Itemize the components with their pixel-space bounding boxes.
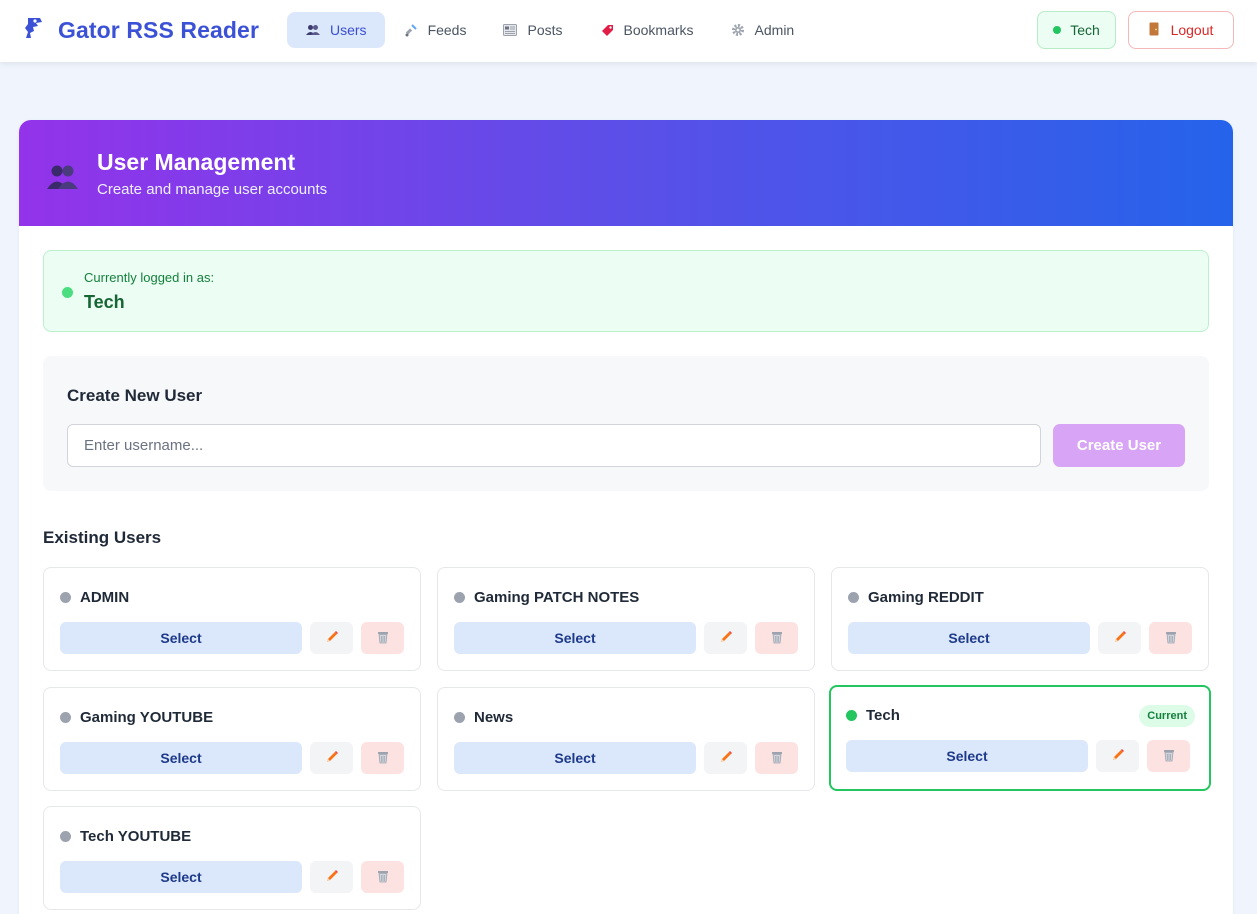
delete-user-button[interactable]: [361, 622, 404, 654]
status-dot: [60, 831, 71, 842]
edit-user-button[interactable]: [704, 622, 747, 654]
logout-button[interactable]: Logout: [1128, 11, 1234, 49]
status-dot: [60, 712, 71, 723]
delete-user-button[interactable]: [1149, 622, 1192, 654]
select-user-button[interactable]: Select: [454, 742, 696, 774]
delete-user-button[interactable]: [361, 861, 404, 893]
pencil-icon: [719, 630, 733, 647]
pencil-icon: [719, 750, 733, 767]
select-user-button[interactable]: Select: [846, 740, 1088, 772]
brand[interactable]: Gator RSS Reader: [22, 14, 259, 47]
nav-posts-label: Posts: [527, 22, 563, 38]
user-name: Tech: [866, 707, 900, 724]
nav-admin[interactable]: Admin: [712, 12, 813, 48]
top-navbar: Gator RSS Reader Users Feeds Posts Bookm…: [0, 0, 1257, 62]
select-user-button[interactable]: Select: [454, 622, 696, 654]
user-name: Tech YOUTUBE: [80, 828, 192, 845]
nav-feeds-label: Feeds: [427, 22, 467, 38]
online-status-dot: [1053, 26, 1062, 34]
delete-user-button[interactable]: [1147, 740, 1190, 772]
user-name: Gaming PATCH NOTES: [474, 589, 640, 606]
status-dot: [454, 592, 465, 603]
brand-title: Gator RSS Reader: [58, 17, 259, 43]
edit-user-button[interactable]: [1098, 622, 1141, 654]
logged-in-label: Currently logged in as:: [84, 270, 215, 285]
delete-user-button[interactable]: [361, 742, 404, 774]
nav-users-label: Users: [330, 22, 367, 38]
user-card: News Select: [437, 687, 815, 791]
create-user-section: Create New User Create User: [43, 356, 1209, 491]
pencil-icon: [325, 869, 339, 886]
pencil-icon: [1113, 630, 1127, 647]
user-card: Tech YOUTUBE Select: [43, 806, 421, 910]
page-title: User Management: [97, 149, 296, 175]
card-header: User Management Create and manage user a…: [19, 120, 1233, 226]
trash-icon: [376, 869, 390, 886]
user-name: Gaming REDDIT: [868, 589, 984, 606]
edit-user-button[interactable]: [310, 622, 353, 654]
trash-icon: [770, 630, 784, 647]
user-card: Gaming REDDIT Select: [831, 567, 1209, 671]
newspaper-icon: [502, 22, 518, 38]
create-user-button[interactable]: Create User: [1053, 424, 1185, 467]
edit-user-button[interactable]: [1096, 740, 1139, 772]
logged-in-banner: Currently logged in as: Tech: [43, 250, 1209, 332]
username-input[interactable]: [67, 424, 1041, 467]
status-dot: [454, 712, 465, 723]
trash-icon: [1164, 630, 1178, 647]
pencil-icon: [1111, 748, 1125, 765]
user-card: Gaming PATCH NOTES Select: [437, 567, 815, 671]
nav-users[interactable]: Users: [287, 12, 385, 48]
status-dot: [848, 592, 859, 603]
user-card-current: Tech Current Select: [829, 685, 1211, 791]
current-badge: Current: [1139, 705, 1195, 727]
users-icon: [305, 22, 321, 38]
user-name: Gaming YOUTUBE: [80, 709, 214, 726]
trash-icon: [1162, 748, 1176, 765]
select-user-button[interactable]: Select: [848, 622, 1090, 654]
user-name: ADMIN: [80, 589, 130, 606]
logged-in-username: Tech: [84, 292, 125, 312]
page-subtitle: Create and manage user accounts: [97, 181, 328, 198]
edit-user-button[interactable]: [310, 861, 353, 893]
user-card: Gaming YOUTUBE Select: [43, 687, 421, 791]
users-icon: [47, 164, 79, 195]
trash-icon: [376, 630, 390, 647]
existing-users-title: Existing Users: [43, 528, 162, 547]
select-user-button[interactable]: Select: [60, 742, 302, 774]
bookmark-icon: [599, 22, 615, 38]
current-user-pill[interactable]: Tech: [1037, 11, 1116, 49]
door-icon: [1149, 22, 1159, 39]
delete-user-button[interactable]: [755, 622, 798, 654]
status-dot: [60, 592, 71, 603]
user-name: News: [474, 709, 514, 726]
create-user-title: Create New User: [67, 386, 203, 405]
online-status-dot: [62, 287, 73, 298]
select-user-button[interactable]: Select: [60, 622, 302, 654]
trash-icon: [376, 750, 390, 767]
nav-links: Users Feeds Posts Bookmarks Admin: [287, 12, 812, 48]
delete-user-button[interactable]: [755, 742, 798, 774]
status-dot: [846, 710, 857, 721]
satellite-icon: [403, 22, 419, 38]
trash-icon: [770, 750, 784, 767]
pencil-icon: [325, 630, 339, 647]
select-user-button[interactable]: Select: [60, 861, 302, 893]
user-card: ADMIN Select: [43, 567, 421, 671]
nav-bookmarks-label: Bookmarks: [623, 22, 694, 38]
current-user-name: Tech: [1070, 22, 1100, 38]
edit-user-button[interactable]: [310, 742, 353, 774]
nav-posts[interactable]: Posts: [484, 12, 580, 48]
edit-user-button[interactable]: [704, 742, 747, 774]
gator-icon: [22, 14, 50, 47]
nav-bookmarks[interactable]: Bookmarks: [581, 12, 712, 48]
user-management-card: User Management Create and manage user a…: [19, 120, 1233, 914]
pencil-icon: [325, 750, 339, 767]
nav-feeds[interactable]: Feeds: [385, 12, 485, 48]
logout-label: Logout: [1170, 22, 1214, 38]
gear-icon: [730, 22, 746, 38]
nav-admin-label: Admin: [754, 22, 795, 38]
